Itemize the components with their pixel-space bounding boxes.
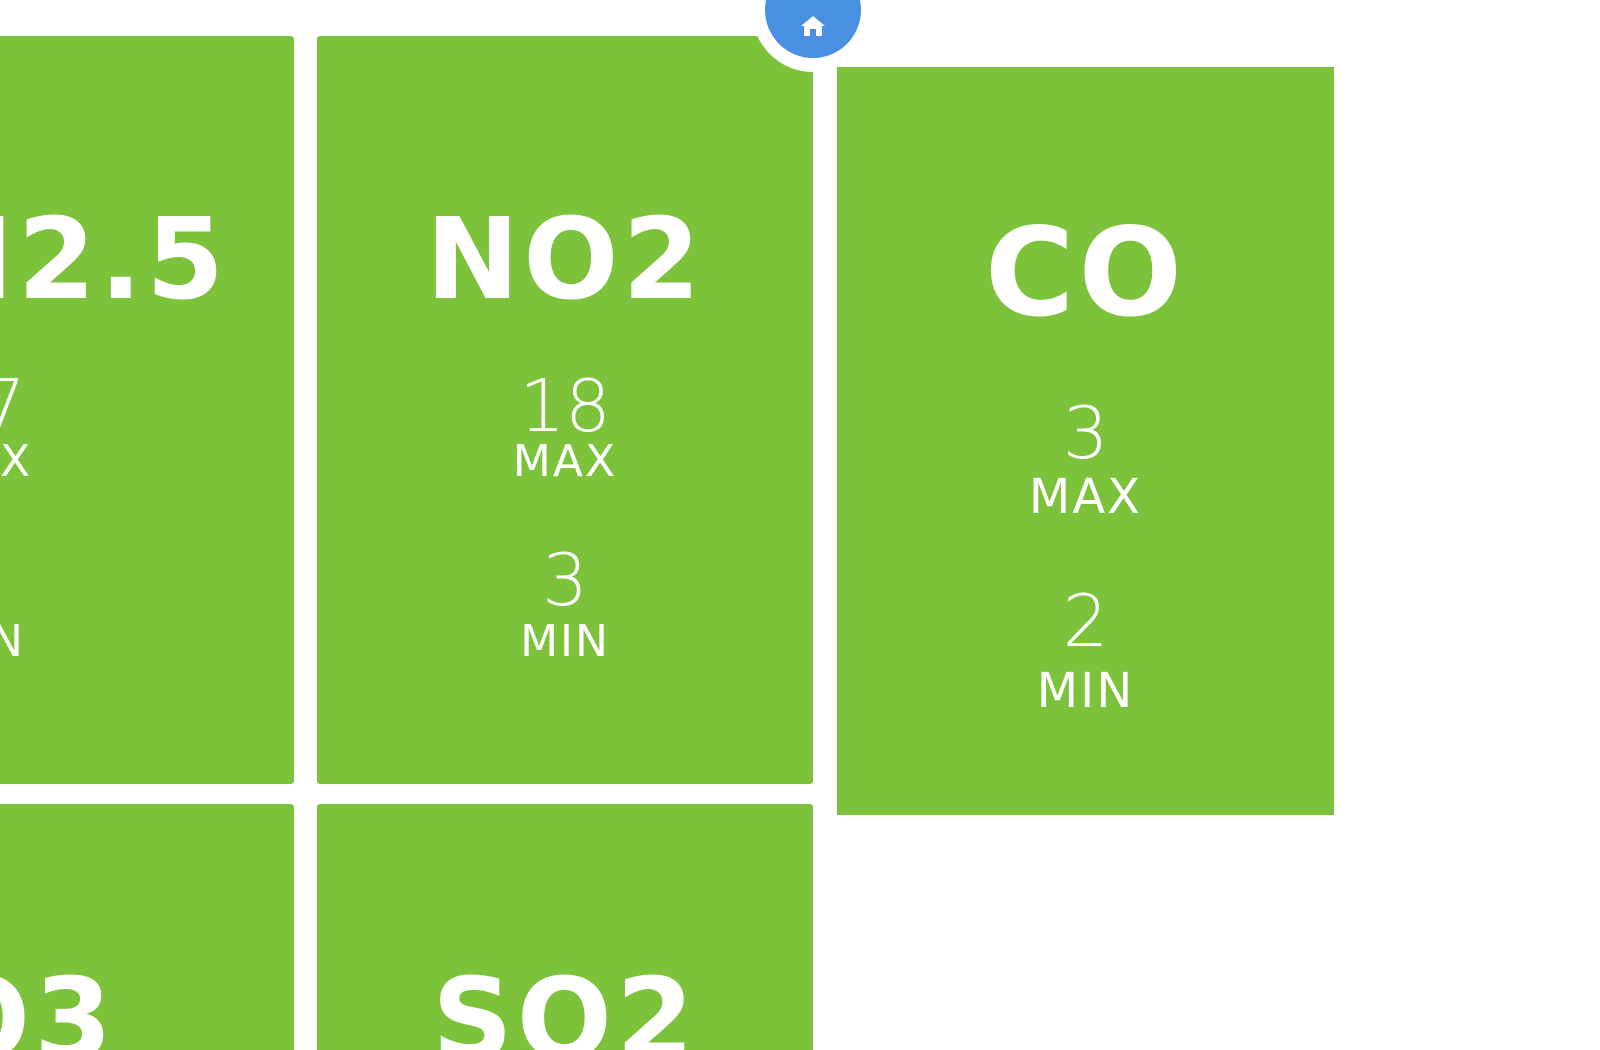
pm25-title: PM2.5 [0, 195, 228, 325]
o3-title: O3 [0, 955, 116, 1050]
co-max-label: MAX [1028, 469, 1143, 525]
pm25-max-label: MAX [0, 436, 33, 487]
no2-title: NO2 [425, 195, 705, 325]
home-icon [801, 16, 825, 36]
no2-max-label: MAX [512, 436, 618, 487]
pm25-max-value: 57 [0, 364, 26, 448]
so2-tile[interactable]: SO2 [317, 804, 813, 1050]
o3-tile[interactable]: O3 [0, 804, 294, 1050]
so2-title: SO2 [432, 955, 698, 1050]
pm25-min-value: 9 [0, 544, 110, 616]
co-max-value: 3 [1062, 391, 1109, 475]
pm25-tile[interactable]: PM2.5 57 MAX 9 MIN [0, 36, 294, 784]
no2-min-value: 3 [542, 538, 588, 622]
co-title: CO [984, 202, 1187, 344]
pm25-min-label: MIN [0, 616, 25, 667]
co-min-label: MIN [1036, 663, 1135, 719]
no2-min-label: MIN [520, 616, 610, 667]
co-min-value: 2 [1062, 579, 1109, 663]
co-tile[interactable]: CO 3 MAX 2 MIN [837, 67, 1334, 815]
no2-max-value: 18 [519, 364, 611, 448]
no2-tile[interactable]: NO2 18 MAX 3 MIN [317, 36, 813, 784]
